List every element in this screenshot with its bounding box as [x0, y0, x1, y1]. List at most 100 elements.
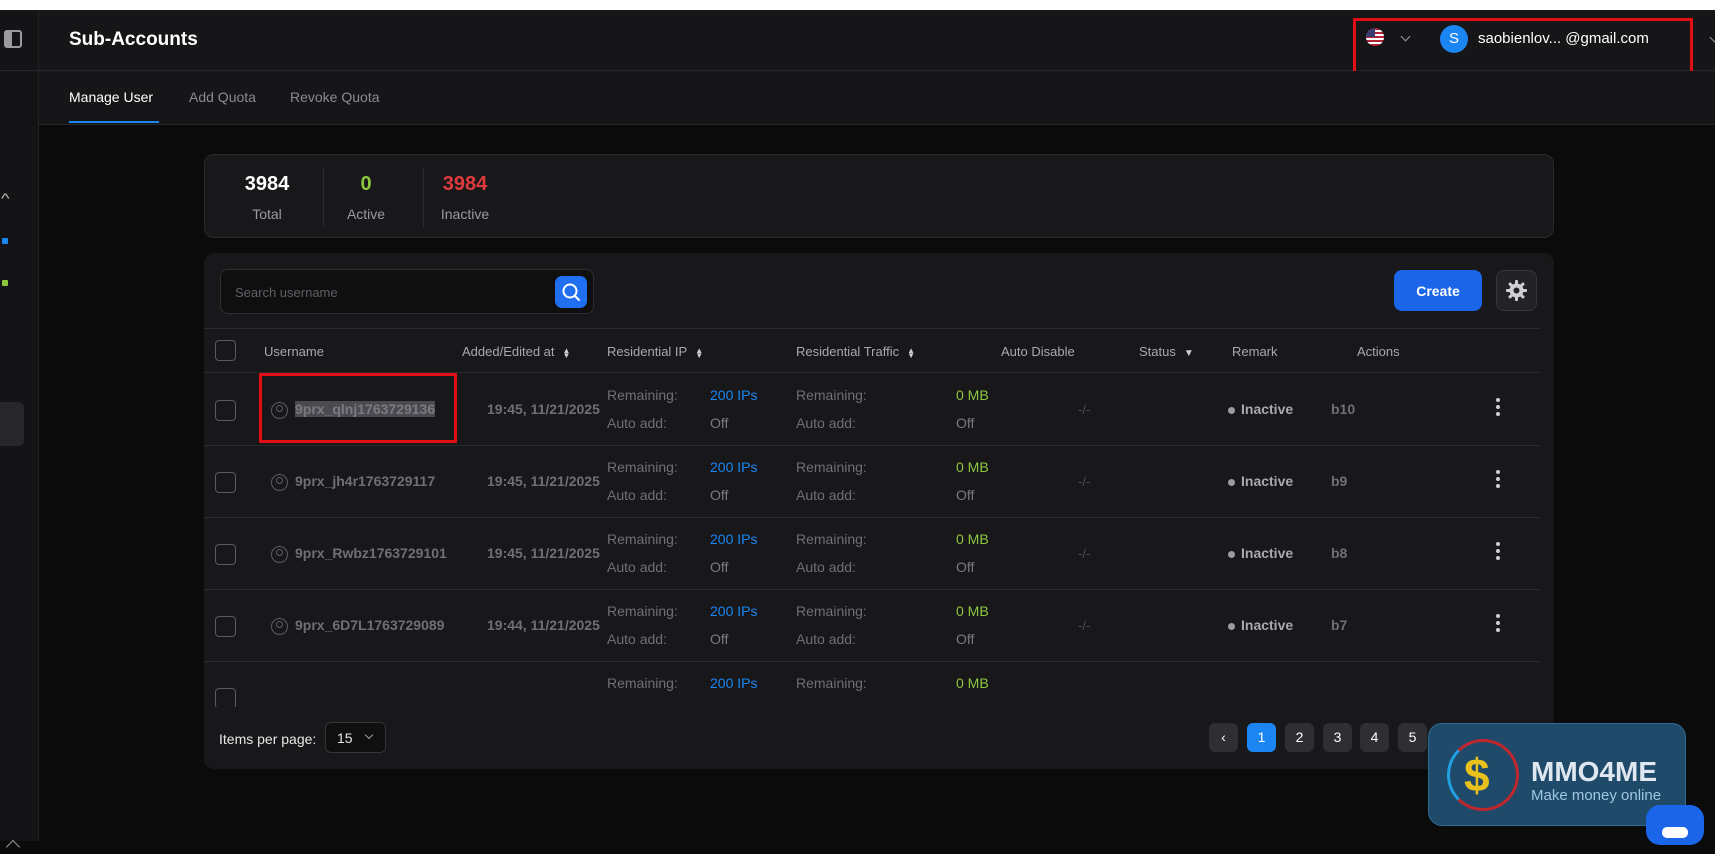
sort-icon[interactable]: ▲ ▼ [695, 346, 703, 359]
status-badge: Inactive [1228, 545, 1293, 561]
pagination-bar: Items per page: 15 ‹ 1 2 3 4 5 ... 266 › [204, 707, 1554, 769]
traffic-remaining-label: Remaining: [796, 603, 867, 619]
col-added[interactable]: Added/Edited at ▲ ▼ [462, 344, 571, 359]
ip-remaining-label: Remaining: [607, 459, 678, 475]
traffic-auto-value: Off [956, 415, 975, 431]
page-button-3[interactable]: 3 [1323, 723, 1352, 752]
username-text[interactable]: 9prx_Rwbz1763729101 [295, 545, 447, 561]
search-input[interactable] [235, 282, 535, 302]
status-dot-icon [1228, 550, 1235, 558]
table-row[interactable]: 9prx_Rwbz1763729101 19:45, 11/21/2025 Re… [204, 518, 1540, 590]
username-text[interactable]: 9prx_6D7L1763729089 [295, 617, 444, 633]
username-text[interactable]: 9prx_jh4r1763729117 [295, 473, 435, 489]
tab-add-quota[interactable]: Add Quota [189, 89, 256, 105]
row-checkbox[interactable] [215, 544, 236, 565]
traffic-remaining-label: Remaining: [796, 531, 867, 547]
tab-revoke-quota[interactable]: Revoke Quota [290, 89, 380, 105]
watermark-subtitle: Make money online [1531, 787, 1662, 804]
page-button-2[interactable]: 2 [1285, 723, 1314, 752]
stat-active-label: Active [346, 206, 386, 222]
auto-disable-cell: -/- [1078, 618, 1091, 633]
remark-cell: b7 [1331, 617, 1348, 633]
create-button[interactable]: Create [1394, 270, 1482, 311]
auto-disable-cell: -/- [1078, 402, 1091, 417]
watermark-title: MMO4ME [1531, 756, 1657, 787]
col-residential-traffic-label: Residential Traffic [796, 344, 900, 359]
status-text: Inactive [1241, 473, 1294, 489]
ip-auto-value: Off [710, 631, 729, 647]
status-dot-icon [1228, 622, 1235, 630]
chevron-up-icon[interactable]: ^ [1, 190, 10, 206]
traffic-remaining-value: 0 MB [956, 675, 989, 691]
chevron-down-icon [364, 730, 374, 740]
search-button[interactable] [555, 276, 587, 308]
added-cell: 19:44, 11/21/2025 [487, 617, 600, 633]
col-added-label: Added/Edited at [462, 344, 555, 359]
ip-remaining-value: 200 IPs [710, 675, 758, 691]
users-panel: Create Username Added/Edited at ▲▼ Reside… [204, 253, 1554, 769]
table-row[interactable]: 9prx_6D7L1763729089 19:44, 11/21/2025 Re… [204, 590, 1540, 662]
chevron-left-icon: ‹ [1221, 729, 1226, 745]
ip-auto-label: Auto add: [607, 559, 667, 575]
row-checkbox[interactable] [215, 472, 236, 493]
chat-widget-button[interactable] [1646, 805, 1704, 845]
traffic-auto-label: Auto add: [796, 415, 856, 431]
sort-icon[interactable]: ▲ ▼ [563, 346, 571, 359]
more-actions-icon[interactable] [1495, 470, 1501, 492]
sidebar-item-active[interactable] [0, 402, 24, 446]
tab-active-indicator [69, 121, 159, 123]
ip-auto-value: Off [710, 559, 729, 575]
username-cell[interactable]: 9prx_jh4r1763729117 [271, 473, 435, 491]
added-cell: 19:45, 11/21/2025 [487, 545, 600, 561]
col-residential-ip[interactable]: Residential IP ▲ ▼ [607, 344, 703, 359]
col-auto-disable: Auto Disable [1001, 344, 1075, 359]
filter-icon[interactable]: ▼ [1184, 348, 1194, 359]
prev-page-button[interactable]: ‹ [1209, 723, 1238, 752]
stat-total-value: 3984 [244, 173, 290, 195]
col-username: Username [264, 344, 324, 359]
more-actions-icon[interactable] [1495, 398, 1501, 420]
ip-remaining-value: 200 IPs [710, 531, 758, 547]
row-checkbox[interactable] [215, 688, 236, 709]
ip-remaining-value: 200 IPs [710, 603, 758, 619]
top-strip [0, 0, 1715, 10]
traffic-remaining-value: 0 MB [956, 531, 989, 547]
status-dot-icon [1228, 406, 1235, 414]
username-cell[interactable]: 9prx_Rwbz1763729101 [271, 545, 447, 563]
chevron-down-icon[interactable] [1709, 32, 1715, 43]
page-button-5[interactable]: 5 [1398, 723, 1427, 752]
col-residential-traffic[interactable]: Residential Traffic ▲ ▼ [796, 344, 915, 359]
traffic-remaining-label: Remaining: [796, 387, 867, 403]
page-button-4[interactable]: 4 [1360, 723, 1389, 752]
ip-auto-label: Auto add: [607, 487, 667, 503]
col-actions: Actions [1357, 344, 1400, 359]
more-actions-icon[interactable] [1495, 614, 1501, 636]
chevron-up-bottom-icon[interactable] [5, 839, 21, 854]
items-per-page-label: Items per page: [219, 731, 317, 747]
username-cell[interactable]: 9prx_6D7L1763729089 [271, 617, 444, 635]
items-per-page-select[interactable]: 15 [325, 722, 386, 753]
ip-remaining-value: 200 IPs [710, 459, 758, 475]
row-checkbox[interactable] [215, 400, 236, 421]
sidebar-toggle-icon[interactable] [4, 30, 22, 48]
search-icon [562, 283, 580, 301]
auto-disable-cell: -/- [1078, 546, 1091, 561]
ip-remaining-label: Remaining: [607, 603, 678, 619]
col-status[interactable]: Status ▼ [1139, 344, 1194, 359]
table-header: Username Added/Edited at ▲ ▼ Residential I… [204, 328, 1540, 373]
stat-inactive-value: 3984 [442, 173, 488, 195]
sort-icon[interactable]: ▲ ▼ [907, 346, 915, 359]
traffic-auto-label: Auto add: [796, 559, 856, 575]
settings-button[interactable] [1496, 270, 1537, 311]
traffic-remaining-value: 0 MB [956, 603, 989, 619]
added-cell: 19:45, 11/21/2025 [487, 473, 600, 489]
status-badge: Inactive [1228, 473, 1293, 489]
row-checkbox[interactable] [215, 616, 236, 637]
sidebar-green-dot-icon [2, 280, 8, 286]
page-button-1[interactable]: 1 [1247, 723, 1276, 752]
ip-auto-value: Off [710, 415, 729, 431]
tab-manage-user[interactable]: Manage User [69, 89, 153, 105]
more-actions-icon[interactable] [1495, 542, 1501, 564]
table-row[interactable]: 9prx_jh4r1763729117 19:45, 11/21/2025 Re… [204, 446, 1540, 518]
select-all-checkbox[interactable] [215, 340, 236, 361]
